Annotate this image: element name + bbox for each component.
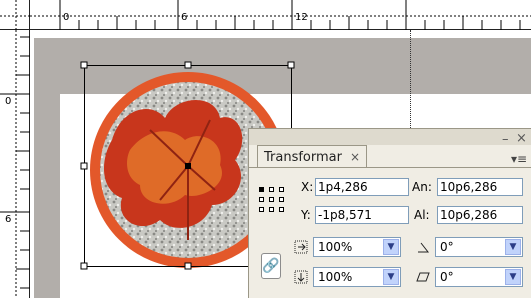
center-point[interactable] (185, 163, 191, 169)
x-position-field[interactable]: 1p4,286 (315, 178, 409, 196)
tab-label: Transformar (264, 149, 342, 165)
chevron-down-icon[interactable]: ▼ (505, 239, 521, 255)
scale-y-value: 100% (318, 270, 353, 284)
ref-point-bottom-left[interactable] (259, 207, 264, 212)
chevron-down-icon[interactable]: ▼ (383, 269, 399, 285)
scale-y-select[interactable]: 100% ▼ (313, 267, 401, 287)
height-label: Al: (414, 208, 430, 222)
y-label: Y: (301, 208, 311, 222)
x-label: X: (301, 180, 314, 194)
panel-menu-icon[interactable]: ▾≡ (511, 152, 527, 166)
chevron-down-icon[interactable]: ▼ (505, 269, 521, 285)
shear-value: 0° (440, 270, 454, 284)
rotation-value: 0° (440, 240, 454, 254)
shear-select[interactable]: 0° ▼ (435, 267, 523, 287)
width-label: An: (412, 180, 432, 194)
handle-middle-left[interactable] (80, 162, 88, 170)
ref-point-bottom-center[interactable] (269, 207, 274, 212)
width-field[interactable]: 10p6,286 (437, 178, 523, 196)
rotation-select[interactable]: 0° ▼ (435, 237, 523, 257)
tab-close-icon[interactable]: × (350, 150, 360, 164)
ref-point-center[interactable] (269, 197, 274, 202)
constrain-proportions-button[interactable]: 🔗 (261, 253, 281, 279)
panel-title-bar[interactable] (249, 129, 531, 145)
handle-bottom-center[interactable] (184, 262, 192, 270)
tab-transformar[interactable]: Transformar × (257, 145, 368, 168)
scale-x-icon (293, 239, 309, 255)
ref-point-middle-right[interactable] (279, 197, 284, 202)
ref-point-top-right[interactable] (279, 187, 284, 192)
panel-close-button[interactable]: × (516, 132, 527, 145)
scale-y-icon (293, 269, 309, 285)
tab-divider (249, 167, 531, 168)
handle-top-right[interactable] (287, 61, 295, 69)
ref-point-middle-left[interactable] (259, 197, 264, 202)
chain-link-icon: 🔗 (262, 258, 280, 274)
panel-minimize-button[interactable]: – (502, 133, 509, 146)
scale-x-select[interactable]: 100% ▼ (313, 237, 401, 257)
handle-bottom-left[interactable] (80, 262, 88, 270)
handle-top-left[interactable] (80, 61, 88, 69)
transform-panel: – × Transformar × ▾≡ X: 1p4,286 An: 10p6… (248, 128, 531, 298)
ref-point-top-center[interactable] (269, 187, 274, 192)
height-field[interactable]: 10p6,286 (437, 206, 523, 224)
shear-icon (415, 269, 431, 285)
reference-point-icon[interactable] (259, 187, 285, 213)
rotate-angle-icon (415, 239, 431, 255)
scale-x-value: 100% (318, 240, 353, 254)
chevron-down-icon[interactable]: ▼ (383, 239, 399, 255)
y-position-field[interactable]: -1p8,571 (315, 206, 409, 224)
ref-point-bottom-right[interactable] (279, 207, 284, 212)
ref-point-top-left[interactable] (259, 187, 264, 192)
handle-top-center[interactable] (184, 61, 192, 69)
